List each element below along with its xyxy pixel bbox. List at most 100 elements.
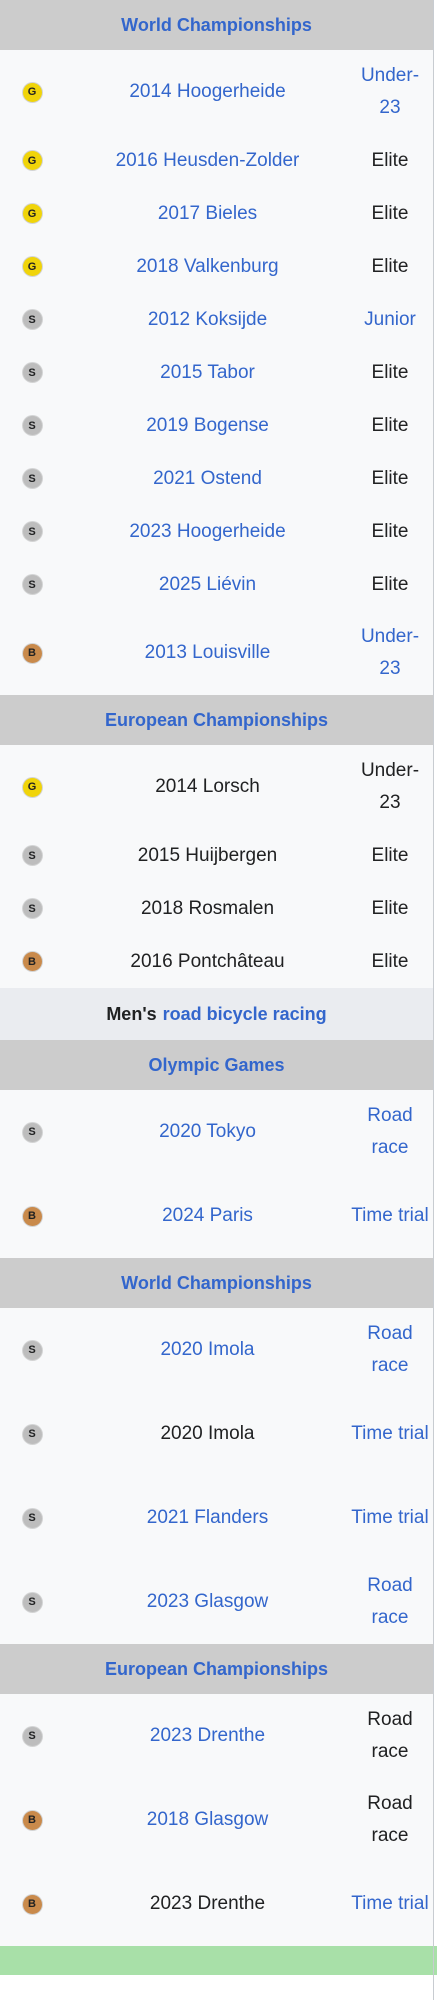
medal-cell: G: [0, 204, 64, 223]
silver-medal-icon: S: [22, 1592, 42, 1612]
event-name[interactable]: 2018 Glasgow: [64, 1809, 351, 1831]
event-category[interactable]: Time trial: [351, 1888, 433, 1920]
medal-cell: B: [0, 643, 64, 663]
event-name[interactable]: 2021 Flanders: [64, 1507, 351, 1529]
event-name[interactable]: 2014 Hoogerheide: [64, 81, 351, 103]
section-header[interactable]: World Championships: [0, 0, 433, 50]
medal-cell: B: [0, 952, 64, 971]
medal-cell: S: [0, 469, 64, 488]
medal-cell: S: [0, 363, 64, 382]
event-name: 2016 Pontchâteau: [130, 950, 285, 972]
medal-cell: S: [0, 899, 64, 918]
event-name[interactable]: 2025 Liévin: [64, 574, 351, 596]
silver-medal-icon: S: [22, 1726, 42, 1746]
medal-cell: S: [0, 310, 64, 329]
medal-cell: S: [0, 1424, 64, 1444]
silver-medal-icon: S: [22, 469, 42, 488]
event-category[interactable]: Time trial: [351, 1418, 433, 1450]
medal-row: G 2014 Lorsch Under-23: [0, 745, 433, 829]
medal-cell: B: [0, 1894, 64, 1914]
medal-table: World Championships G 2014 Hoogerheide Unde…: [0, 0, 433, 1946]
event-name[interactable]: 2016 Heusden-Zolder: [64, 150, 351, 172]
medal-row: S 2018 Rosmalen Elite: [0, 882, 433, 935]
event-name[interactable]: 2018 Valkenburg: [64, 256, 351, 278]
medal-row: B 2024 Paris Time trial: [0, 1174, 433, 1258]
event-name[interactable]: 2023 Glasgow: [64, 1591, 351, 1613]
event-name[interactable]: 2013 Louisville: [64, 642, 351, 664]
gold-medal-icon: G: [22, 257, 42, 276]
event-name[interactable]: 2017 Bieles: [64, 203, 351, 225]
section-header[interactable]: European Championships: [0, 695, 433, 745]
medal-row: S 2012 Koksijde Junior: [0, 293, 433, 346]
event-category: Elite: [371, 897, 409, 919]
event-name[interactable]: 2020 Tokyo: [64, 1121, 351, 1143]
event-name[interactable]: 2012 Koksijde: [64, 309, 351, 331]
event-category: Elite: [371, 149, 409, 171]
medal-cell: G: [0, 257, 64, 276]
event-category: Under-23: [360, 760, 420, 813]
event-category[interactable]: Under-23: [351, 60, 433, 124]
silver-medal-icon: S: [22, 522, 42, 541]
event-category: Elite: [371, 467, 409, 489]
silver-medal-icon: S: [22, 363, 42, 382]
medal-cell: S: [0, 416, 64, 435]
medal-row: S 2020 Tokyo Road race: [0, 1090, 433, 1174]
medal-cell: S: [0, 522, 64, 541]
medal-row: S 2020 Imola Road race: [0, 1308, 433, 1392]
medal-row: B 2016 Pontchâteau Elite: [0, 935, 433, 988]
medal-cell: G: [0, 777, 64, 797]
event-name[interactable]: 2024 Paris: [64, 1205, 351, 1227]
event-category: Elite: [371, 573, 409, 595]
section-header[interactable]: World Championships: [0, 1258, 433, 1308]
medal-row: S 2023 Drenthe Road race: [0, 1694, 433, 1778]
silver-medal-icon: S: [22, 899, 42, 918]
medal-row: B 2013 Louisville Under-23: [0, 611, 433, 695]
section-header[interactable]: European Championships: [0, 1644, 433, 1694]
medal-row: S 2021 Ostend Elite: [0, 452, 433, 505]
event-category[interactable]: Road race: [351, 1318, 433, 1382]
event-name[interactable]: 2021 Ostend: [64, 468, 351, 490]
medal-row: G 2017 Bieles Elite: [0, 187, 433, 240]
medal-row: S 2020 Imola Time trial: [0, 1392, 433, 1476]
medal-row: S 2015 Tabor Elite: [0, 346, 433, 399]
medal-cell: S: [0, 575, 64, 594]
event-category: Elite: [371, 202, 409, 224]
event-name: 2018 Rosmalen: [140, 897, 275, 919]
event-name[interactable]: 2023 Drenthe: [64, 1725, 351, 1747]
event-name[interactable]: 2023 Hoogerheide: [64, 521, 351, 543]
medal-cell: G: [0, 82, 64, 102]
discipline-subheader: Men's road bicycle racing: [0, 988, 433, 1040]
medal-table-wrapper: World Championships G 2014 Hoogerheide Unde…: [0, 0, 437, 2000]
event-category[interactable]: Time trial: [351, 1502, 433, 1534]
silver-medal-icon: S: [22, 310, 42, 329]
event-category: Road race: [367, 1793, 413, 1846]
gold-medal-icon: G: [22, 82, 42, 102]
event-category[interactable]: Under-23: [351, 621, 433, 685]
silver-medal-icon: S: [22, 1122, 42, 1142]
silver-medal-icon: S: [22, 575, 42, 594]
bronze-medal-icon: B: [22, 643, 42, 663]
event-name: 2020 Imola: [160, 1423, 255, 1444]
silver-medal-icon: S: [22, 416, 42, 435]
silver-medal-icon: S: [22, 1508, 42, 1528]
event-category: Elite: [371, 844, 409, 866]
event-name[interactable]: 2019 Bogense: [64, 415, 351, 437]
medal-cell: B: [0, 1206, 64, 1226]
discipline-link[interactable]: road bicycle racing: [163, 1004, 327, 1025]
event-category[interactable]: Road race: [351, 1570, 433, 1634]
event-name[interactable]: 2015 Tabor: [64, 362, 351, 384]
medal-row: S 2015 Huijbergen Elite: [0, 829, 433, 882]
event-category[interactable]: Road race: [351, 1100, 433, 1164]
gold-medal-icon: G: [22, 204, 42, 223]
event-category: Elite: [371, 950, 409, 972]
event-category[interactable]: Junior: [351, 304, 433, 336]
medal-row: B 2018 Glasgow Road race: [0, 1778, 433, 1862]
medal-cell: S: [0, 1122, 64, 1142]
section-header[interactable]: Olympic Games: [0, 1040, 433, 1090]
medal-cell: G: [0, 151, 64, 170]
silver-medal-icon: S: [22, 846, 42, 865]
event-category[interactable]: Time trial: [351, 1200, 433, 1232]
silver-medal-icon: S: [22, 1340, 42, 1360]
event-name[interactable]: 2020 Imola: [64, 1339, 351, 1361]
medal-cell: S: [0, 1340, 64, 1360]
